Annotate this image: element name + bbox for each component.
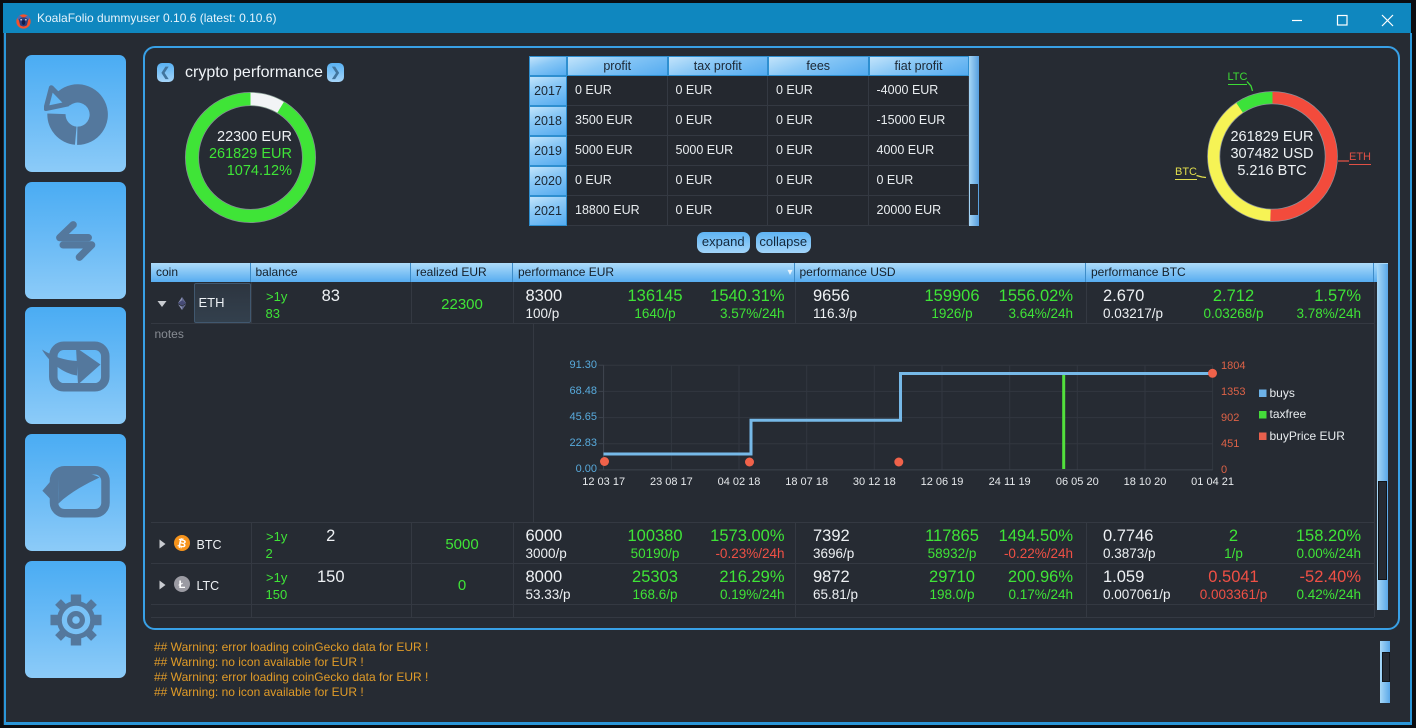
svg-text:Ł: Ł bbox=[179, 579, 186, 591]
